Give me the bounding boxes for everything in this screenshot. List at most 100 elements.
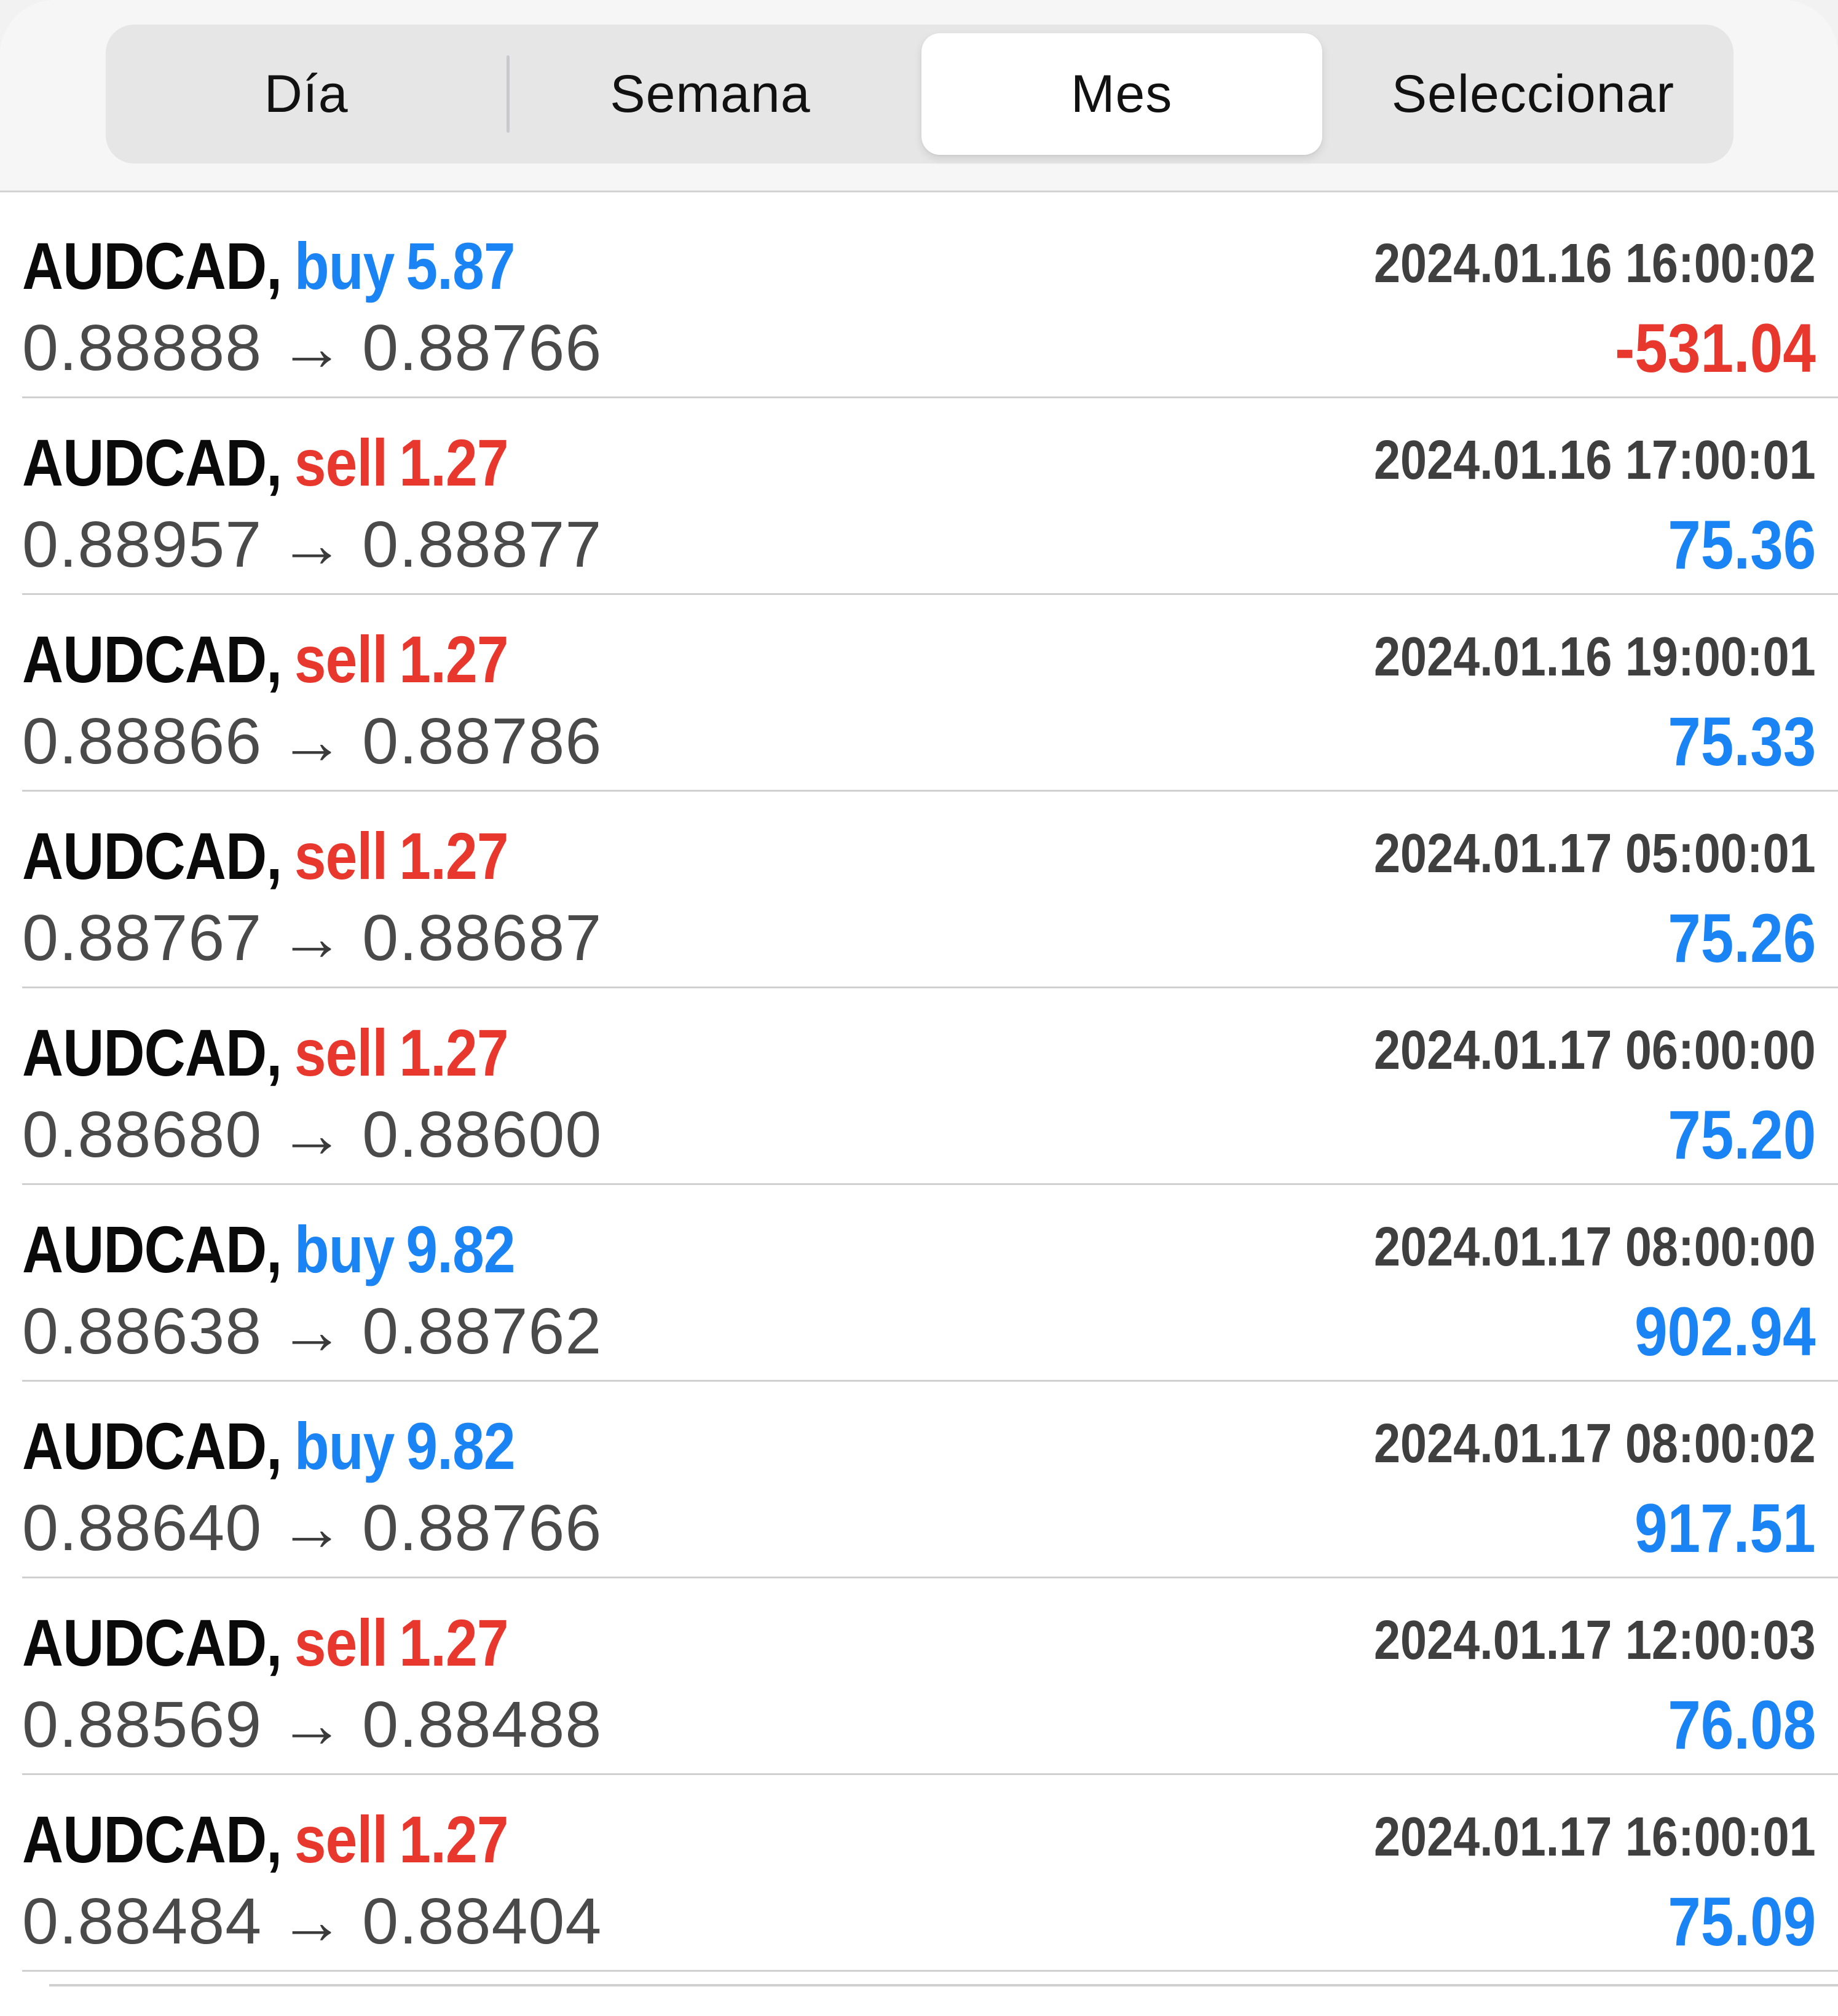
open-price: 0.88640 xyxy=(22,1492,262,1564)
open-price: 0.88866 xyxy=(22,705,262,778)
trade-volume: 1.27 xyxy=(399,819,508,893)
trade-type: sell xyxy=(294,1015,388,1090)
trade-row[interactable]: AUDCAD, sell 1.27 2024.01.17 16:00:01 0.88… xyxy=(22,1775,1838,1972)
trade-time: 2024.01.17 06:00:00 xyxy=(1374,1020,1816,1081)
trade-history-list: AUDCAD, buy 5.87 2024.01.16 16:00:02 0.888… xyxy=(0,202,1838,1972)
right-arrow-icon: → xyxy=(279,1492,345,1564)
trade-row-header: AUDCAD, buy 9.82 2024.01.17 08:00:00 xyxy=(22,1197,1838,1286)
trade-time: 2024.01.17 08:00:00 xyxy=(1374,1216,1816,1278)
trade-prices: 0.88767 → 0.88687 xyxy=(22,901,602,975)
trade-time: 2024.01.17 12:00:03 xyxy=(1374,1610,1816,1671)
trade-row-detail: 0.88866 → 0.88786 75.33 xyxy=(22,693,1838,780)
trade-profit: 75.33 xyxy=(1667,703,1816,780)
close-price: 0.88766 xyxy=(362,1492,602,1564)
trade-row[interactable]: AUDCAD, sell 1.27 2024.01.16 17:00:01 0.88… xyxy=(22,398,1838,595)
trade-time: 2024.01.17 16:00:01 xyxy=(1374,1806,1816,1868)
trade-time: 2024.01.16 19:00:01 xyxy=(1374,626,1816,688)
trade-symbol-line: AUDCAD, sell 1.27 xyxy=(22,1604,508,1681)
trade-row-detail: 0.88888 → 0.88766 -531.04 xyxy=(22,300,1838,387)
trade-row-detail: 0.88484 → 0.88404 75.09 xyxy=(22,1873,1838,1960)
close-price: 0.88404 xyxy=(362,1885,602,1958)
open-price: 0.88484 xyxy=(22,1885,262,1958)
list-divider xyxy=(49,1984,1838,1986)
trade-type: sell xyxy=(294,425,388,500)
trade-time: 2024.01.17 05:00:01 xyxy=(1374,823,1816,884)
trade-prices: 0.88569 → 0.88488 xyxy=(22,1688,602,1762)
trade-row-detail: 0.88957 → 0.88877 75.36 xyxy=(22,497,1838,583)
symbol-label: AUDCAD, xyxy=(22,1605,282,1680)
trade-volume: 9.82 xyxy=(406,1212,515,1286)
trade-row[interactable]: AUDCAD, sell 1.27 2024.01.16 19:00:01 0.88… xyxy=(22,595,1838,792)
trade-symbol-line: AUDCAD, buy 5.87 xyxy=(22,227,516,304)
trade-prices: 0.88680 → 0.88600 xyxy=(22,1098,602,1172)
trade-time: 2024.01.16 16:00:02 xyxy=(1374,233,1816,294)
tab-mes[interactable]: Mes xyxy=(921,33,1322,155)
trade-prices: 0.88957 → 0.88877 xyxy=(22,508,602,582)
period-segmented-control: Día Semana Mes Seleccionar xyxy=(106,25,1733,163)
trade-row-header: AUDCAD, sell 1.27 2024.01.17 05:00:01 xyxy=(22,804,1838,893)
close-price: 0.88766 xyxy=(362,312,602,384)
trade-prices: 0.88888 → 0.88766 xyxy=(22,311,602,385)
trade-row[interactable]: AUDCAD, sell 1.27 2024.01.17 05:00:01 0.88… xyxy=(22,792,1838,988)
trade-prices: 0.88640 → 0.88766 xyxy=(22,1491,602,1565)
trade-row-detail: 0.88640 → 0.88766 917.51 xyxy=(22,1480,1838,1567)
right-arrow-icon: → xyxy=(279,1295,345,1368)
trade-volume: 1.27 xyxy=(399,1015,508,1090)
trade-type: buy xyxy=(294,1212,395,1286)
right-arrow-icon: → xyxy=(279,1885,345,1958)
trade-profit: -531.04 xyxy=(1615,310,1816,387)
right-arrow-icon: → xyxy=(279,705,345,778)
trade-row-detail: 0.88680 → 0.88600 75.20 xyxy=(22,1087,1838,1173)
close-price: 0.88786 xyxy=(362,705,602,778)
trade-row[interactable]: AUDCAD, sell 1.27 2024.01.17 06:00:00 0.88… xyxy=(22,988,1838,1185)
symbol-label: AUDCAD, xyxy=(22,1409,282,1483)
trade-time: 2024.01.16 17:00:01 xyxy=(1374,430,1816,491)
segment-divider xyxy=(911,55,914,133)
trade-symbol-line: AUDCAD, sell 1.27 xyxy=(22,817,508,894)
trade-profit: 902.94 xyxy=(1635,1293,1816,1370)
close-price: 0.88488 xyxy=(362,1688,602,1761)
symbol-label: AUDCAD, xyxy=(22,425,282,500)
trade-volume: 5.87 xyxy=(406,229,515,303)
history-screen: Día Semana Mes Seleccionar AUDCAD, buy 5.8… xyxy=(0,0,1838,2016)
symbol-label: AUDCAD, xyxy=(22,1212,282,1286)
trade-row[interactable]: AUDCAD, sell 1.27 2024.01.17 12:00:03 0.88… xyxy=(22,1578,1838,1775)
trade-row-detail: 0.88569 → 0.88488 76.08 xyxy=(22,1677,1838,1763)
trade-profit: 75.09 xyxy=(1667,1883,1816,1960)
symbol-label: AUDCAD, xyxy=(22,622,282,696)
trade-type: sell xyxy=(294,622,388,696)
tab-semana[interactable]: Semana xyxy=(510,25,910,163)
trade-type: sell xyxy=(294,819,388,893)
symbol-label: AUDCAD, xyxy=(22,819,282,893)
trade-profit: 917.51 xyxy=(1635,1490,1816,1567)
trade-symbol-line: AUDCAD, buy 9.82 xyxy=(22,1211,516,1288)
symbol-label: AUDCAD, xyxy=(22,1802,282,1876)
trade-row-detail: 0.88638 → 0.88762 902.94 xyxy=(22,1283,1838,1370)
right-arrow-icon: → xyxy=(279,312,345,384)
trade-prices: 0.88484 → 0.88404 xyxy=(22,1884,602,1959)
right-arrow-icon: → xyxy=(279,1688,345,1761)
trade-type: sell xyxy=(294,1605,388,1680)
trade-type: sell xyxy=(294,1802,388,1876)
right-arrow-icon: → xyxy=(279,1098,345,1171)
trade-row-header: AUDCAD, sell 1.27 2024.01.16 19:00:01 xyxy=(22,607,1838,696)
trade-row[interactable]: AUDCAD, buy 9.82 2024.01.17 08:00:00 0.886… xyxy=(22,1185,1838,1382)
trade-time: 2024.01.17 08:00:02 xyxy=(1374,1413,1816,1475)
trade-row[interactable]: AUDCAD, buy 9.82 2024.01.17 08:00:02 0.886… xyxy=(22,1382,1838,1578)
right-arrow-icon: → xyxy=(279,902,345,974)
tab-seleccionar[interactable]: Seleccionar xyxy=(1333,25,1733,163)
open-price: 0.88569 xyxy=(22,1688,262,1761)
trade-row-header: AUDCAD, sell 1.27 2024.01.17 12:00:03 xyxy=(22,1591,1838,1680)
trade-profit: 76.08 xyxy=(1667,1687,1816,1763)
close-price: 0.88600 xyxy=(362,1098,602,1171)
trade-volume: 9.82 xyxy=(406,1409,515,1483)
trade-row[interactable]: AUDCAD, buy 5.87 2024.01.16 16:00:02 0.888… xyxy=(22,202,1838,398)
tab-dia[interactable]: Día xyxy=(106,25,507,163)
trade-volume: 1.27 xyxy=(399,425,508,500)
open-price: 0.88767 xyxy=(22,902,262,974)
trade-row-header: AUDCAD, buy 5.87 2024.01.16 16:00:02 xyxy=(22,214,1838,303)
trade-type: buy xyxy=(294,229,395,303)
open-price: 0.88638 xyxy=(22,1295,262,1368)
trade-row-header: AUDCAD, buy 9.82 2024.01.17 08:00:02 xyxy=(22,1394,1838,1483)
close-price: 0.88687 xyxy=(362,902,602,974)
